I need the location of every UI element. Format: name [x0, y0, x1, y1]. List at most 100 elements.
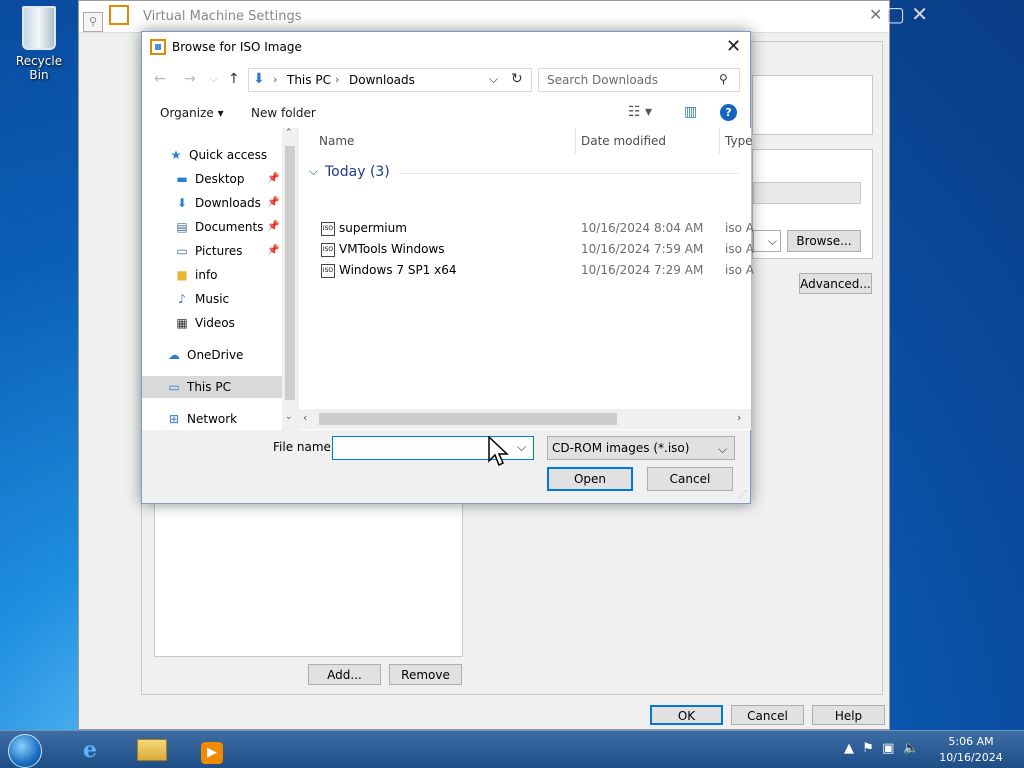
- tree-item-network[interactable]: ⊞ Network: [142, 408, 282, 430]
- documents-icon: ▤: [176, 220, 188, 234]
- pin-icon[interactable]: ⚲: [83, 12, 103, 32]
- tree-item-info[interactable]: ■ info: [142, 264, 282, 286]
- taskbar: e ▶ ▲ ⚑ ▣ 🔈 5:06 AM 10/16/2024: [0, 730, 1024, 768]
- pin-icon: 📌: [267, 197, 280, 208]
- tree-item-videos[interactable]: ▦ Videos: [142, 312, 282, 334]
- preview-pane-icon[interactable]: ▥: [684, 104, 697, 120]
- tree-item-downloads[interactable]: ⬇ Downloads 📌: [142, 192, 282, 214]
- folder-icon: ■: [176, 268, 188, 282]
- tree-item-onedrive[interactable]: ☁ OneDrive: [142, 344, 282, 366]
- chevron-right-icon: ›: [335, 73, 340, 86]
- iso-file-icon: ISO: [321, 263, 335, 278]
- tree-scrollbar[interactable]: ⌃ ⌄: [282, 128, 298, 430]
- scroll-left-icon[interactable]: ‹: [303, 411, 307, 424]
- download-arrow-icon: ⬇: [176, 196, 188, 210]
- music-note-icon: ♪: [178, 292, 186, 306]
- recycle-bin-icon: [22, 6, 56, 50]
- vm-cancel-button[interactable]: Cancel: [731, 705, 804, 725]
- media-player-icon[interactable]: ▶: [186, 734, 238, 766]
- connection-panel: ⌵ Browse...: [752, 149, 873, 259]
- resize-grip-icon[interactable]: ⋰: [738, 490, 747, 500]
- tree-item-this-pc[interactable]: ▭ This PC: [142, 376, 282, 398]
- internet-explorer-icon[interactable]: e: [64, 734, 116, 766]
- dialog-cancel-button[interactable]: Cancel: [647, 467, 733, 491]
- column-date-modified[interactable]: Date modified: [581, 134, 666, 148]
- recycle-bin-shortcut[interactable]: Recycle Bin: [6, 6, 72, 82]
- advanced-button[interactable]: Advanced...: [799, 273, 872, 294]
- scroll-down-icon[interactable]: ⌄: [285, 412, 293, 422]
- table-row[interactable]: ISO VMTools Windows 10/16/2024 7:59 AM is…: [321, 239, 754, 260]
- scroll-right-icon[interactable]: ›: [737, 411, 741, 424]
- remove-hardware-button[interactable]: Remove: [389, 664, 462, 685]
- vmware-icon: [109, 5, 129, 25]
- up-arrow-icon[interactable]: ↑: [228, 71, 240, 87]
- tree-item-pictures[interactable]: ▭ Pictures 📌: [142, 240, 282, 262]
- back-arrow-icon[interactable]: ←: [154, 71, 166, 87]
- tree-scroll-thumb[interactable]: [285, 146, 295, 400]
- download-arrow-icon: ⬇: [253, 71, 265, 87]
- file-list: Name Date modified Type ⌵ Today (3) ISO s…: [299, 128, 754, 430]
- iso-file-icon: ISO: [321, 221, 335, 236]
- chevron-down-icon[interactable]: ⌵: [517, 440, 526, 455]
- desktop-icon: ▬: [176, 172, 188, 186]
- organize-button[interactable]: Organize ▾: [160, 106, 224, 120]
- device-status-panel: [752, 75, 873, 135]
- recycle-bin-label: Recycle Bin: [15, 54, 63, 82]
- view-options-icon[interactable]: ☷ ▾: [628, 104, 652, 120]
- clock-date: 10/16/2024: [939, 751, 1003, 764]
- file-explorer-icon[interactable]: [126, 734, 178, 766]
- browse-iso-dialog: Browse for ISO Image ✕ ← → ⌵ ↑ ⬇ › This …: [141, 31, 754, 504]
- table-row[interactable]: ISO Windows 7 SP1 x64 10/16/2024 7:29 AM …: [321, 260, 754, 281]
- system-clock[interactable]: 5:06 AM 10/16/2024: [936, 734, 1006, 766]
- system-tray-icons[interactable]: ▲ ⚑ ▣ 🔈: [844, 741, 919, 756]
- navigation-bar: ← → ⌵ ↑ ⬇ › This PC › Downloads ⌵ ↻ Sear…: [142, 62, 750, 98]
- recent-locations-icon[interactable]: ⌵: [210, 74, 218, 85]
- chevron-right-icon: ›: [273, 73, 278, 86]
- file-name-label: File name:: [273, 440, 335, 454]
- vm-close-icon[interactable]: ✕: [869, 5, 882, 24]
- address-bar[interactable]: ⬇ › This PC › Downloads ⌵ ↻: [248, 68, 532, 92]
- command-bar: Organize ▾ New folder ☷ ▾ ▥ ?: [142, 98, 750, 128]
- pictures-icon: ▭: [176, 244, 188, 258]
- vm-titlebar: ⚲ Virtual Machine Settings ✕: [79, 1, 889, 33]
- breadcrumb-this-pc[interactable]: This PC: [287, 73, 331, 87]
- browse-button[interactable]: Browse...: [787, 230, 861, 252]
- file-list-hscrollbar[interactable]: ‹ ›: [299, 409, 751, 429]
- tree-item-music[interactable]: ♪ Music: [142, 288, 282, 310]
- column-type[interactable]: Type: [725, 134, 753, 148]
- help-button[interactable]: Help: [812, 705, 885, 725]
- group-header-today[interactable]: ⌵ Today (3): [309, 161, 749, 187]
- vmware-icon: [150, 39, 166, 55]
- tree-item-desktop[interactable]: ▬ Desktop 📌: [142, 168, 282, 190]
- pin-icon: 📌: [267, 221, 280, 232]
- hscroll-thumb[interactable]: [319, 413, 617, 425]
- search-placeholder: Search Downloads: [547, 73, 658, 87]
- tree-item-quick-access[interactable]: ★ Quick access: [142, 144, 282, 166]
- physical-drive-select[interactable]: [753, 182, 861, 204]
- vm-window-title: Virtual Machine Settings: [143, 9, 302, 24]
- file-type-filter[interactable]: CD-ROM images (*.iso) ⌵: [547, 436, 735, 460]
- chevron-down-icon: ⌵: [767, 234, 777, 248]
- table-row[interactable]: ISO supermium 10/16/2024 8:04 AM iso A: [321, 218, 754, 239]
- star-icon: ★: [170, 148, 182, 162]
- help-icon[interactable]: ?: [720, 104, 737, 121]
- open-button[interactable]: Open: [547, 467, 633, 491]
- search-box[interactable]: Search Downloads ⚲: [538, 68, 740, 92]
- breadcrumb-downloads[interactable]: Downloads: [349, 73, 415, 87]
- ok-button[interactable]: OK: [650, 705, 723, 725]
- add-hardware-button[interactable]: Add...: [308, 664, 381, 685]
- column-name[interactable]: Name: [319, 134, 354, 148]
- tree-item-documents[interactable]: ▤ Documents 📌: [142, 216, 282, 238]
- iso-path-dropdown[interactable]: ⌵: [753, 230, 781, 252]
- hardware-list[interactable]: [154, 501, 463, 657]
- new-folder-button[interactable]: New folder: [251, 106, 316, 120]
- start-button[interactable]: [8, 734, 42, 768]
- search-icon: ⚲: [719, 72, 728, 86]
- refresh-icon[interactable]: ↻: [511, 71, 523, 87]
- dialog-close-icon[interactable]: ✕: [726, 36, 741, 57]
- pin-icon: 📌: [267, 173, 280, 184]
- film-icon: ▦: [176, 316, 188, 330]
- chevron-down-icon[interactable]: ⌵: [489, 72, 498, 87]
- forward-arrow-icon[interactable]: →: [184, 71, 196, 87]
- scroll-up-icon[interactable]: ⌃: [285, 128, 293, 138]
